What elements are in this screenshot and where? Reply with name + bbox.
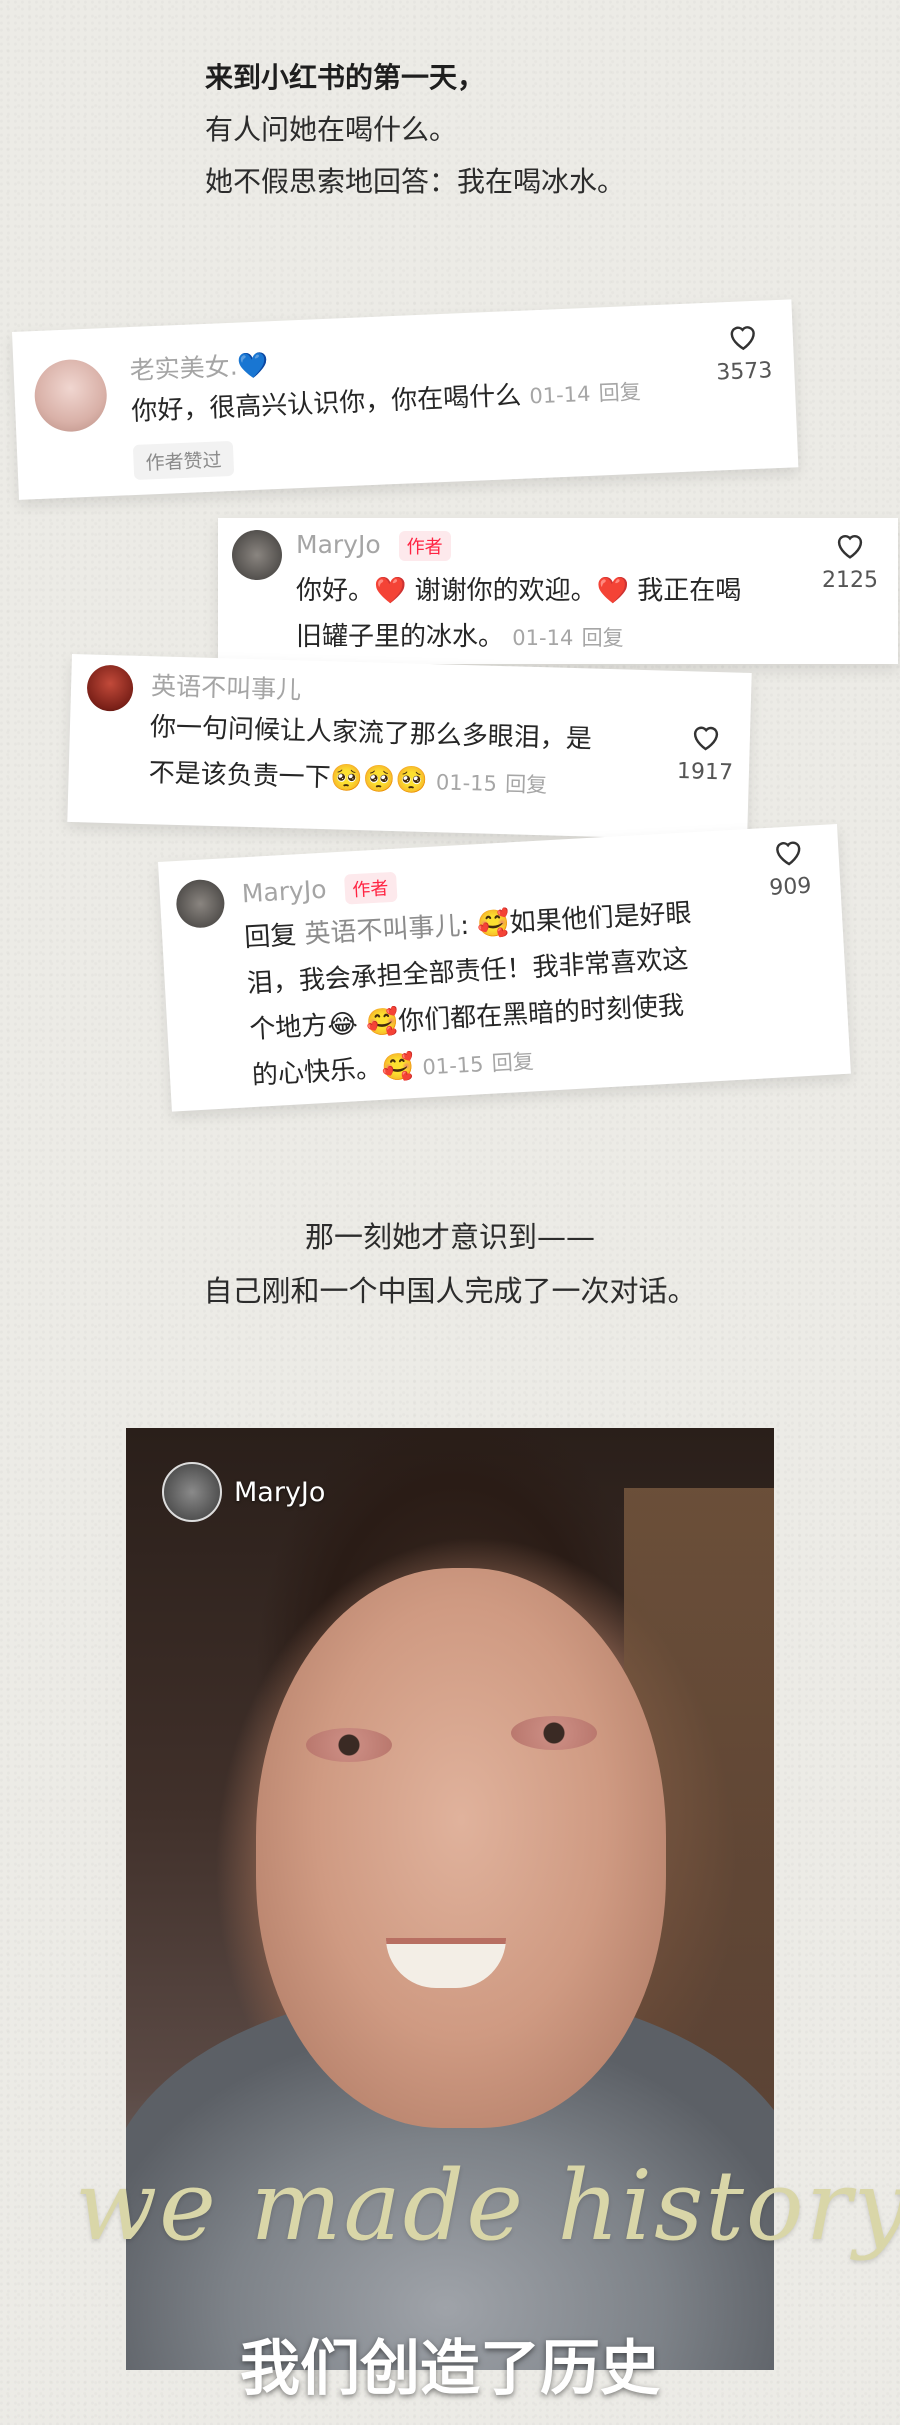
author-badge: 作者 bbox=[398, 531, 451, 561]
video-subtitle: 我们创造了历史 bbox=[240, 2334, 660, 2404]
video-user-tag[interactable]: MaryJo bbox=[162, 1462, 325, 1522]
reply-button[interactable]: 回复 bbox=[505, 772, 548, 797]
intro-text-block: 来到小红书的第一天， 有人问她在喝什么。 她不假思索地回答：我在喝冰水。 bbox=[205, 52, 625, 208]
like-count: 1917 bbox=[676, 758, 734, 786]
left-eye bbox=[306, 1728, 392, 1762]
woman-face bbox=[256, 1568, 666, 2128]
comment-body-line-1: : 🥰如果他们是好眼 bbox=[459, 898, 693, 942]
username-text: MaryJo bbox=[296, 530, 381, 559]
comment-date: 01-14 bbox=[512, 626, 574, 650]
comment-body-line-4: 的心快乐。🥰 bbox=[251, 1052, 416, 1092]
middle-text-block: 那一刻她才意识到—— 自己刚和一个中国人完成了一次对话。 bbox=[0, 1210, 900, 1318]
comment-username[interactable]: MaryJo 作者 bbox=[296, 530, 451, 561]
avatar[interactable] bbox=[232, 530, 282, 580]
comment-username[interactable]: 老实美女.💙 bbox=[129, 345, 269, 387]
like-button[interactable]: 909 bbox=[748, 835, 831, 902]
author-badge: 作者 bbox=[343, 871, 398, 905]
comment-username[interactable]: MaryJo 作者 bbox=[241, 871, 398, 911]
avatar[interactable] bbox=[33, 358, 109, 434]
comment-card-3: 英语不叫事儿 你一句问候让人家流了那么多眼泪，是 不是该负责一下🥺🥺🥺 01-1… bbox=[67, 654, 752, 841]
intro-line-3: 她不假思索地回答：我在喝冰水。 bbox=[205, 165, 626, 198]
comment-card-1: 老实美女.💙 你好，很高兴认识你，你在喝什么 01-14 回复 作者赞过 357… bbox=[12, 299, 799, 500]
heart-outline-icon bbox=[730, 326, 755, 351]
like-button[interactable]: 2125 bbox=[810, 530, 890, 593]
comment-date: 01-15 bbox=[421, 1052, 485, 1080]
video-username: MaryJo bbox=[234, 1476, 326, 1508]
reply-button[interactable]: 回复 bbox=[491, 1049, 534, 1075]
script-overlay-text: we made history bbox=[75, 2150, 900, 2262]
heart-outline-icon bbox=[693, 726, 719, 751]
intro-line-1: 来到小红书的第一天， bbox=[205, 61, 486, 94]
middle-line-2: 自己刚和一个中国人完成了一次对话。 bbox=[203, 1274, 697, 1308]
username-text: MaryJo bbox=[241, 874, 328, 909]
comment-body-line-1: 你好。❤️ 谢谢你的欢迎。❤️ 我正在喝 bbox=[296, 576, 742, 606]
like-button[interactable]: 3573 bbox=[702, 320, 785, 386]
reply-button[interactable]: 回复 bbox=[582, 626, 624, 650]
like-count: 2125 bbox=[822, 568, 878, 593]
right-eye bbox=[511, 1716, 597, 1750]
comment-date: 01-14 bbox=[528, 381, 591, 409]
blue-heart-icon: 💙 bbox=[236, 350, 270, 381]
middle-line-1: 那一刻她才意识到—— bbox=[304, 1220, 595, 1254]
comment-card-2: MaryJo 作者 你好。❤️ 谢谢你的欢迎。❤️ 我正在喝 旧罐子里的冰水。 … bbox=[218, 518, 898, 664]
heart-outline-icon bbox=[776, 841, 801, 866]
avatar bbox=[162, 1462, 222, 1522]
like-count: 909 bbox=[768, 873, 813, 901]
author-liked-tag: 作者赞过 bbox=[132, 440, 235, 481]
reply-button[interactable]: 回复 bbox=[598, 380, 641, 406]
comment-text: 你一句问候让人家流了那么多眼泪，是 不是该负责一下🥺🥺🥺 01-15 回复 bbox=[148, 704, 592, 809]
mention-link[interactable]: 英语不叫事儿 bbox=[304, 911, 461, 950]
like-button[interactable]: 1917 bbox=[665, 721, 747, 786]
avatar[interactable] bbox=[175, 878, 226, 930]
comment-text: 你好。❤️ 谢谢你的欢迎。❤️ 我正在喝 旧罐子里的冰水。 01-14 回复 bbox=[296, 568, 741, 661]
comment-body: 你好，很高兴认识你，你在喝什么 bbox=[130, 380, 522, 428]
comment-card-4: MaryJo 作者 回复 英语不叫事儿: 🥰如果他们是好眼 泪，我会承担全部责任… bbox=[158, 824, 851, 1112]
comment-body-line-2: 旧罐子里的冰水。 bbox=[296, 622, 505, 652]
comment-body-line-2: 不是该负责一下🥺🥺🥺 bbox=[148, 758, 429, 796]
username-text: 英语不叫事儿 bbox=[150, 671, 302, 705]
username-text: 老实美女. bbox=[129, 351, 239, 386]
comment-text: 回复 英语不叫事儿: 🥰如果他们是好眼 泪，我会承担全部责任！我非常喜欢这 个地… bbox=[243, 890, 700, 1100]
comment-username[interactable]: 英语不叫事儿 bbox=[151, 666, 302, 706]
avatar[interactable] bbox=[86, 664, 134, 712]
comment-date: 01-15 bbox=[435, 770, 498, 796]
like-count: 3573 bbox=[715, 358, 773, 386]
reply-prefix: 回复 bbox=[243, 920, 298, 954]
intro-line-2: 有人问她在喝什么。 bbox=[205, 113, 458, 146]
heart-outline-icon bbox=[837, 534, 863, 559]
